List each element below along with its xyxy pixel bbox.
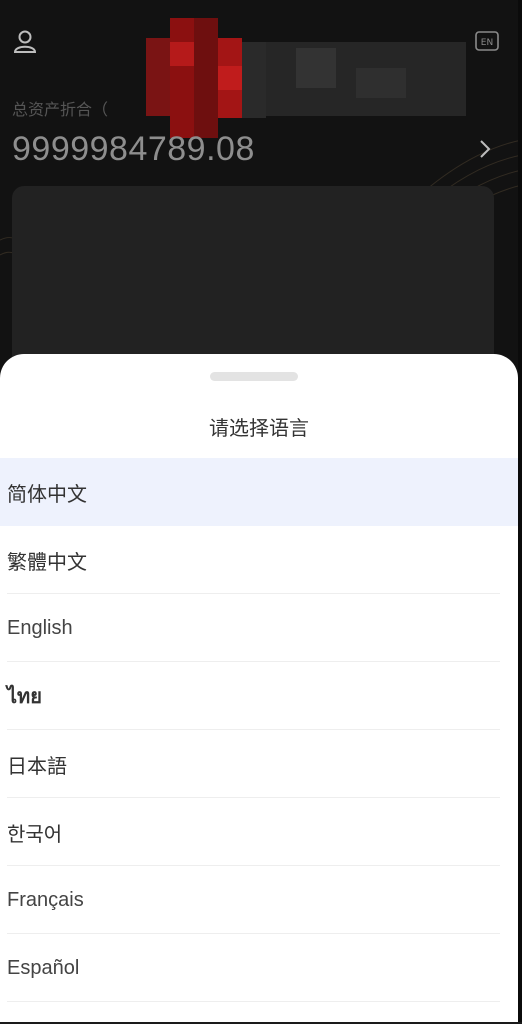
language-option-fr[interactable]: Français: [0, 866, 518, 934]
language-option-es[interactable]: Español: [0, 934, 518, 1002]
language-option-th[interactable]: ไทย: [0, 662, 518, 730]
language-en-icon[interactable]: EN: [474, 30, 500, 54]
language-option-zh-hant[interactable]: 繁體中文: [0, 526, 518, 594]
language-option-en[interactable]: English: [0, 594, 518, 662]
language-option-ko[interactable]: 한국어: [0, 798, 518, 866]
sheet-drag-handle[interactable]: [210, 372, 298, 381]
chevron-right-icon[interactable]: [478, 136, 492, 162]
language-option-zh-hans[interactable]: 简体中文: [0, 458, 518, 526]
language-bottom-sheet: 请选择语言 简体中文 繁體中文 English ไทย 日本語 한국어 Fran…: [0, 354, 518, 1024]
user-icon[interactable]: [12, 28, 38, 54]
sheet-title: 请选择语言: [209, 416, 309, 440]
screen-edge: [518, 0, 522, 1024]
pixelated-redaction: [146, 18, 466, 138]
language-list: 简体中文 繁體中文 English ไทย 日本語 한국어 Français E…: [0, 458, 518, 1002]
total-assets-label: 总资产折合（: [12, 100, 109, 119]
total-assets-value: 9999984789.08: [12, 130, 255, 168]
svg-text:EN: EN: [481, 38, 493, 48]
language-option-ja[interactable]: 日本語: [0, 730, 518, 798]
